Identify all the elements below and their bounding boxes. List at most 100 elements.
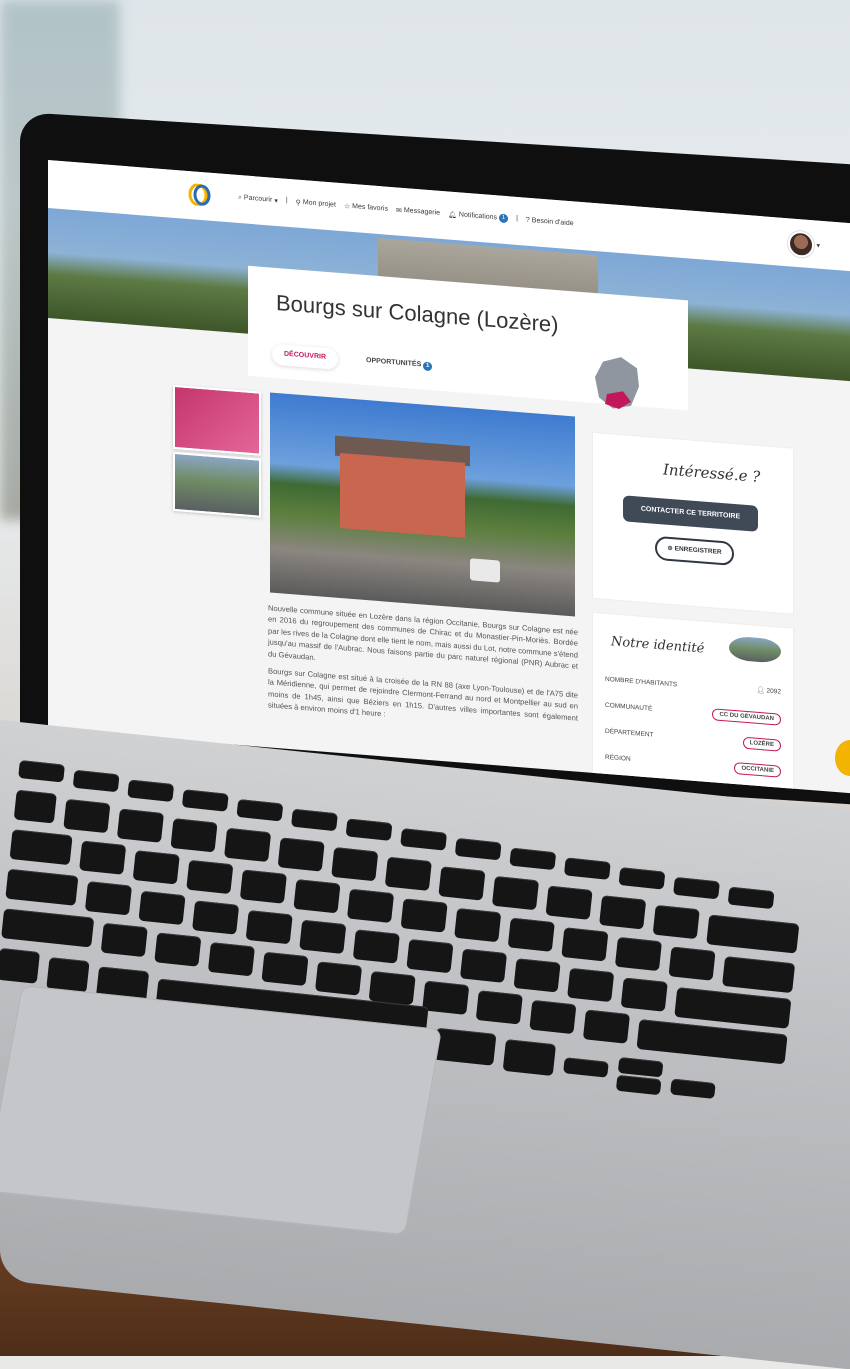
keyboard-key <box>299 919 347 954</box>
keyboard-key <box>722 956 796 994</box>
keyboard-key <box>346 888 395 923</box>
star-icon: ☆ <box>343 202 351 211</box>
keyboard-key <box>245 910 293 945</box>
keyboard-key <box>422 980 470 1015</box>
interest-heading: Intéressé.e ? <box>663 460 761 487</box>
contact-territory-button[interactable]: CONTACTER CE TERRITOIRE <box>623 495 758 532</box>
region-pill[interactable]: OCCITANIE <box>734 762 781 778</box>
nav-item-notifications[interactable]: 🔔︎ Notifications 1 <box>448 209 509 224</box>
notification-count-badge: 1 <box>499 213 509 224</box>
keyboard-key <box>63 798 111 834</box>
identity-thumbnail <box>729 635 781 664</box>
mail-icon: ✉ <box>395 206 402 215</box>
keyboard-key <box>277 837 325 872</box>
departement-pill[interactable]: LOZÈRE <box>742 736 781 752</box>
keyboard-key <box>138 890 186 926</box>
keyboard-key <box>239 869 287 904</box>
identity-row-region: RÉGION OCCITANIE <box>605 754 781 778</box>
tab-decouvrir[interactable]: DÉCOUVRIR <box>272 343 339 370</box>
keyboard-key <box>291 808 338 832</box>
keyboard-key <box>502 1039 557 1076</box>
nav-item-mon-projet[interactable]: ⚲ Mon projet <box>296 197 336 209</box>
keyboard-key <box>181 789 229 812</box>
keyboard-key <box>314 961 363 996</box>
keyboard-key <box>368 970 416 1006</box>
tab-opportunites[interactable]: OPPORTUNITÉS 1 <box>354 350 444 378</box>
keyboard-key <box>618 867 666 890</box>
keyboard-key <box>561 927 609 962</box>
laptop-screen: ⌕ Parcourir ▾ | ⚲ Mon projet ☆ Mes favor… <box>48 160 850 794</box>
keyboard-key <box>384 856 432 891</box>
interest-panel: Intéressé.e ? CONTACTER CE TERRITOIRE ⊕ … <box>593 432 793 614</box>
keyboard-key <box>674 987 792 1029</box>
keyboard-key <box>236 798 284 822</box>
avatar <box>788 230 815 259</box>
keyboard-key <box>293 879 341 914</box>
keyboard-key <box>599 895 647 930</box>
keyboard-key <box>116 808 165 843</box>
keyboard-key <box>72 769 120 793</box>
save-button[interactable]: ⊕ ENREGISTRER <box>655 535 734 566</box>
bell-icon: 🔔︎ <box>448 210 457 219</box>
tab-bar: DÉCOUVRIR OPPORTUNITÉS 1 <box>272 343 444 379</box>
help-icon: ? <box>525 216 530 224</box>
keyboard-key <box>400 828 448 851</box>
keyboard-key <box>186 859 234 895</box>
communaute-pill[interactable]: CC DU GÉVAUDAN <box>712 708 781 726</box>
keyboard-key <box>127 779 175 803</box>
keyboard-key <box>509 847 557 871</box>
keyboard-key <box>154 932 202 967</box>
chevron-down-icon: ▾ <box>816 242 820 250</box>
person-icon: 👤︎ <box>756 686 765 695</box>
keyboard-key <box>433 1027 497 1066</box>
gallery-thumbnail[interactable] <box>173 384 261 456</box>
keyboard-key <box>459 948 508 983</box>
keyboard-key <box>5 868 79 906</box>
photo-house <box>340 452 465 538</box>
keyboard-key <box>345 818 393 841</box>
keyboard-key <box>454 907 502 943</box>
identity-panel: Notre identité NOMBRE D'HABITANTS 👤︎ 209… <box>593 612 793 794</box>
keyboard-key <box>529 999 577 1035</box>
identity-row-communaute: COMMUNAUTÉ CC DU GÉVAUDAN <box>605 702 781 726</box>
identity-row-departement: DÉPARTEMENT LOZÈRE <box>605 728 781 752</box>
nav-menu: ⌕ Parcourir ▾ | ⚲ Mon projet ☆ Mes favor… <box>238 193 574 228</box>
keyboard-key <box>670 1078 716 1099</box>
plus-icon: ⊕ <box>667 544 675 553</box>
keyboard-key <box>9 829 73 866</box>
keyboard-key <box>100 922 148 958</box>
keyboard-key <box>615 1074 662 1096</box>
keyboard-key <box>668 946 716 981</box>
keyboard-key <box>13 789 57 824</box>
nav-item-messagerie[interactable]: ✉ Messagerie <box>396 205 440 217</box>
gallery-thumbnail[interactable] <box>173 451 261 518</box>
chevron-down-icon: ▾ <box>274 197 278 205</box>
site-logo[interactable] <box>188 183 212 207</box>
keyboard-key <box>617 1057 664 1078</box>
photo-car <box>470 558 500 583</box>
identity-heading: Notre identité <box>611 634 705 657</box>
keyboard-key <box>563 857 611 880</box>
keyboard-key <box>507 917 555 952</box>
keyboard-key <box>406 938 454 974</box>
nav-item-help[interactable]: ? Besoin d'aide <box>526 216 574 229</box>
keyboard-key <box>438 866 486 901</box>
user-menu[interactable]: ▾ <box>788 230 820 259</box>
search-icon: ⌕ <box>238 193 242 201</box>
nav-item-parcourir[interactable]: ⌕ Parcourir ▾ <box>238 193 278 205</box>
keyboard-key <box>614 936 663 972</box>
keyboard-key <box>79 840 127 875</box>
keyboard-key <box>0 947 41 984</box>
nav-item-favoris[interactable]: ☆ Mes favoris <box>344 201 388 213</box>
keyboard-key <box>727 886 775 910</box>
keyboard-key <box>207 942 255 977</box>
keyboard-key <box>18 760 65 783</box>
keyboard-key <box>620 977 668 1012</box>
keyboard-key <box>352 929 400 964</box>
keyboard-key <box>563 1057 609 1078</box>
trackpad <box>0 985 442 1236</box>
france-map-icon <box>595 357 639 409</box>
pin-icon: ⚲ <box>295 198 301 207</box>
nav-divider: | <box>285 196 288 204</box>
keyboard-key <box>567 967 615 1003</box>
